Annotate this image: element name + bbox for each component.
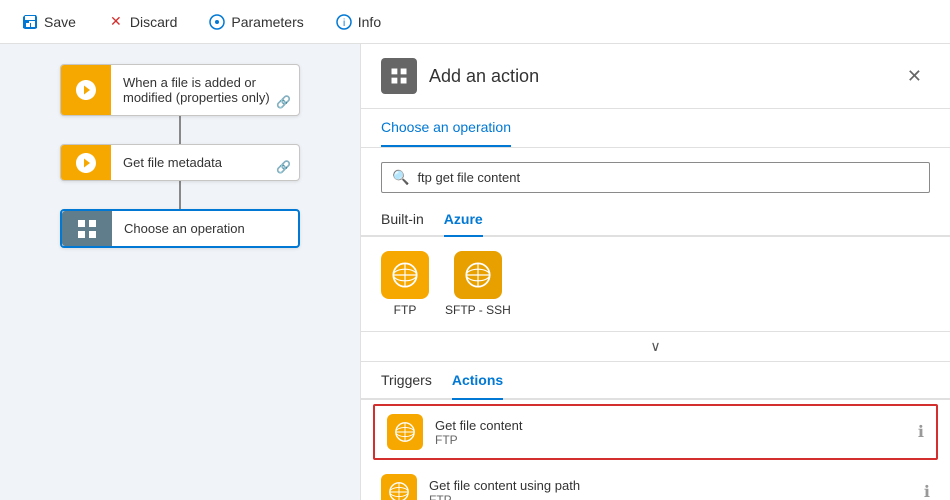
sftp-icon-box [454,251,502,299]
get-file-path-sub: FTP [429,493,912,500]
action-get-file-content[interactable]: Get file content FTP ℹ [373,404,938,460]
discard-label: Discard [130,14,177,30]
tab-triggers[interactable]: Triggers [381,362,432,400]
save-label: Save [44,14,76,30]
discard-icon: ✕ [108,14,124,30]
search-box: 🔍 [381,162,930,193]
toolbar: Save ✕ Discard Parameters i Info [0,0,950,44]
main-area: When a file is added or modified (proper… [0,44,950,500]
search-area: 🔍 [361,148,950,203]
category-tabs: Built-in Azure [361,203,950,237]
get-file-path-info-icon[interactable]: ℹ [924,482,930,500]
trigger-node[interactable]: When a file is added or modified (proper… [60,64,300,116]
get-file-content-icon-box [387,414,423,450]
side-panel: Add an action ✕ Choose an operation 🔍 Bu… [360,44,950,500]
get-file-path-icon-box [381,474,417,500]
panel-header-icon-box [381,58,417,94]
parameters-label: Parameters [231,14,303,30]
search-input[interactable] [417,170,919,185]
save-icon [22,14,38,30]
close-panel-button[interactable]: ✕ [899,62,930,91]
trigger-node-footer: 🔗 [276,94,291,109]
parameters-icon [209,14,225,30]
get-file-content-info-icon[interactable]: ℹ [918,422,924,442]
info-icon: i [336,14,352,30]
panel-title: Add an action [429,66,539,87]
metadata-node-icon [61,145,111,180]
tab-actions[interactable]: Actions [452,362,503,400]
panel-header-left: Add an action [381,58,539,94]
panel-tabs: Choose an operation [361,109,950,148]
panel-header: Add an action ✕ [361,44,950,109]
discard-button[interactable]: ✕ Discard [102,10,183,34]
ftp-label: FTP [394,303,417,317]
tab-azure[interactable]: Azure [444,203,483,237]
ftp-icon-box [381,251,429,299]
metadata-node-label: Get file metadata [123,155,222,170]
connector-2 [179,181,181,209]
expand-row[interactable]: ∨ [361,332,950,362]
get-file-content-name: Get file content [435,418,906,433]
metadata-node-footer: 🔗 [276,159,291,174]
service-sftp[interactable]: SFTP - SSH [445,251,511,317]
metadata-link-icon: 🔗 [276,160,291,174]
choose-operation-tab[interactable]: Choose an operation [381,109,511,147]
info-button[interactable]: i Info [330,10,387,34]
action-get-file-content-path[interactable]: Get file content using path FTP ℹ [361,464,950,500]
trigger-link-icon: 🔗 [276,95,291,109]
trigger-node-body: When a file is added or modified (proper… [111,65,299,115]
tab-builtin[interactable]: Built-in [381,203,424,237]
get-file-path-text: Get file content using path FTP [429,478,912,500]
services-row: FTP SFTP - SSH [361,237,950,332]
get-file-content-sub: FTP [435,433,906,447]
get-file-path-name: Get file content using path [429,478,912,493]
action-tabs: Triggers Actions [361,362,950,400]
metadata-node-body: Get file metadata 🔗 [111,145,299,180]
trigger-node-label: When a file is added or modified (proper… [123,75,270,105]
choose-node-label: Choose an operation [124,221,245,236]
search-icon: 🔍 [392,169,409,186]
metadata-node[interactable]: Get file metadata 🔗 [60,144,300,181]
choose-node-body: Choose an operation [112,211,298,246]
connector-1 [179,116,181,144]
choose-node-icon [62,211,112,246]
get-file-content-text: Get file content FTP [435,418,906,447]
choose-operation-node[interactable]: Choose an operation [60,209,300,248]
expand-chevron-icon: ∨ [650,338,660,355]
info-label: Info [358,14,381,30]
sftp-label: SFTP - SSH [445,303,511,317]
parameters-button[interactable]: Parameters [203,10,309,34]
action-list: Get file content FTP ℹ Get file content … [361,400,950,500]
svg-text:i: i [343,18,345,29]
service-ftp[interactable]: FTP [381,251,429,317]
flow-canvas: When a file is added or modified (proper… [0,44,360,500]
save-button[interactable]: Save [16,10,82,34]
trigger-node-icon [61,65,111,115]
